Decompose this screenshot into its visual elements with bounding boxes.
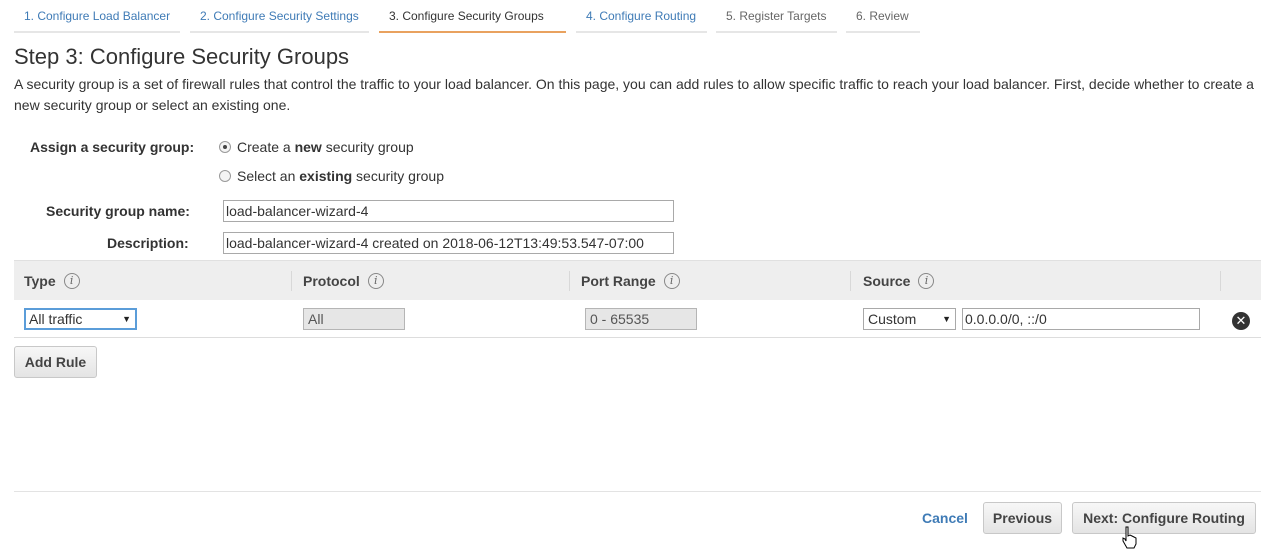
tab-review: 6. Review xyxy=(846,0,920,33)
next-configure-routing-button[interactable]: Next: Configure Routing xyxy=(1072,502,1256,534)
radio-select-existing[interactable]: Select an existing security group xyxy=(219,168,444,184)
protocol-field: All xyxy=(303,308,405,330)
previous-button[interactable]: Previous xyxy=(983,502,1062,534)
cancel-link[interactable]: Cancel xyxy=(922,510,968,526)
type-select[interactable]: All traffic ▼ xyxy=(24,308,137,330)
radio-create-new-label: Create a new security group xyxy=(237,139,414,155)
info-icon[interactable]: i xyxy=(918,273,935,289)
radio-button-checked[interactable] xyxy=(219,141,231,153)
protocol-column-header: Protocol i xyxy=(303,261,384,301)
tab-configure-security-groups[interactable]: 3. Configure Security Groups xyxy=(379,0,566,33)
security-group-name-input[interactable]: load-balancer-wizard-4 xyxy=(223,200,674,222)
column-divider xyxy=(850,271,851,291)
add-rule-button[interactable]: Add Rule xyxy=(14,346,97,378)
info-icon[interactable]: i xyxy=(663,273,680,289)
description-input[interactable]: load-balancer-wizard-4 created on 2018-0… xyxy=(223,232,674,254)
page-title: Step 3: Configure Security Groups xyxy=(14,44,350,69)
remove-rule-icon[interactable]: ✕ xyxy=(1232,312,1250,330)
tab-configure-load-balancer[interactable]: 1. Configure Load Balancer xyxy=(14,0,180,33)
description-label: Description: xyxy=(107,235,189,251)
source-column-header: Source i xyxy=(863,261,935,301)
footer-divider xyxy=(14,491,1261,492)
column-divider xyxy=(1220,271,1221,291)
tab-configure-routing[interactable]: 4. Configure Routing xyxy=(576,0,707,33)
security-group-name-label: Security group name: xyxy=(46,203,190,219)
chevron-down-icon: ▼ xyxy=(122,314,131,324)
column-divider xyxy=(569,271,570,291)
source-type-select[interactable]: Custom ▼ xyxy=(863,308,956,330)
hand-pointer-icon xyxy=(1122,526,1137,549)
source-cidr-input[interactable]: 0.0.0.0/0, ::/0 xyxy=(962,308,1200,330)
type-column-header: Type i xyxy=(24,261,80,301)
tab-register-targets: 5. Register Targets xyxy=(716,0,837,33)
page-intro: A security group is a set of firewall ru… xyxy=(14,76,1254,113)
port-range-column-header: Port Range i xyxy=(581,261,680,301)
rules-table-header: Type i Protocol i Port Range i Source i xyxy=(14,260,1261,300)
column-divider xyxy=(291,271,292,291)
assign-security-group-label: Assign a security group: xyxy=(30,139,195,155)
chevron-down-icon: ▼ xyxy=(942,314,951,324)
tab-configure-security-settings[interactable]: 2. Configure Security Settings xyxy=(190,0,369,33)
radio-select-existing-label: Select an existing security group xyxy=(237,168,444,184)
port-range-field: 0 - 65535 xyxy=(585,308,697,330)
info-icon[interactable]: i xyxy=(63,273,80,289)
table-row: All traffic ▼ All 0 - 65535 Custom ▼ 0.0.0… xyxy=(14,300,1261,338)
radio-create-new[interactable]: Create a new security group xyxy=(219,139,414,155)
radio-button-unchecked[interactable] xyxy=(219,170,231,182)
info-icon[interactable]: i xyxy=(367,273,384,289)
